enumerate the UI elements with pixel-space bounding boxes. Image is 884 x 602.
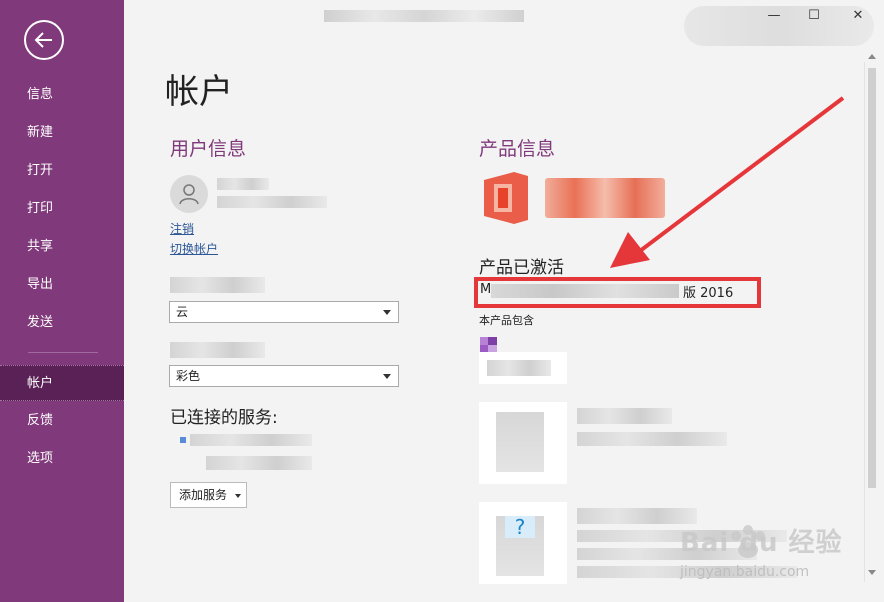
watermark-url: jingyan.baidu.com [680, 564, 810, 580]
watermark-brand: Bai du 经验 [680, 528, 843, 558]
annotation-arrow [610, 96, 845, 268]
